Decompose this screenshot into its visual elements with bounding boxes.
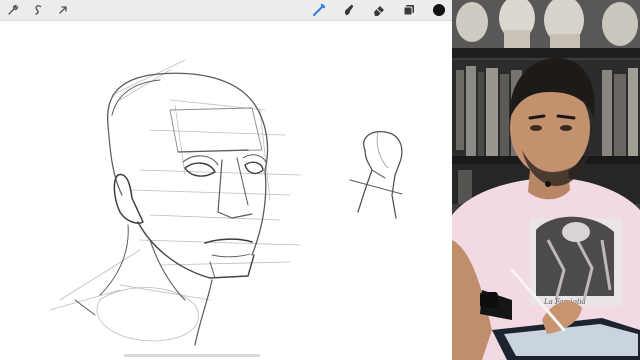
artist-video-image: La Famiglia [452, 0, 640, 360]
layers-icon[interactable] [401, 2, 417, 18]
brush-icon[interactable] [311, 2, 327, 18]
selection-arrow-icon[interactable] [55, 2, 71, 18]
drawing-app [0, 0, 452, 360]
drawing-canvas[interactable] [0, 20, 452, 360]
wrench-icon[interactable] [5, 2, 21, 18]
adjustments-icon[interactable] [30, 2, 46, 18]
sketch-head-drawing [49, 59, 403, 346]
top-toolbar [0, 0, 452, 21]
eraser-icon[interactable] [371, 2, 387, 18]
color-swatch[interactable] [431, 2, 447, 18]
home-indicator [124, 354, 260, 357]
webcam-feed: La Famiglia [452, 0, 640, 360]
smudge-icon[interactable] [341, 2, 357, 18]
